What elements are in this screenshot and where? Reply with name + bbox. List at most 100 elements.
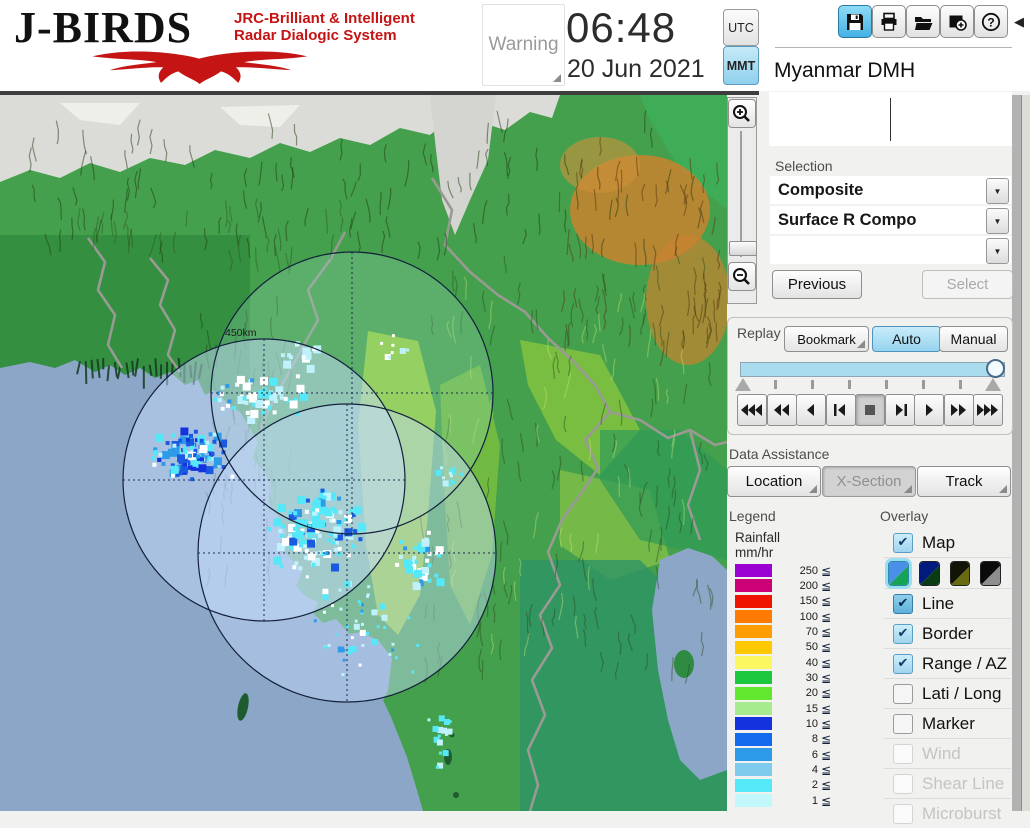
playback-reverse-play-button[interactable] (796, 394, 826, 426)
legend-color-swatch (735, 656, 772, 669)
panel-separator (775, 47, 1012, 48)
legend-color-swatch (735, 702, 772, 715)
previous-button[interactable]: Previous (772, 270, 862, 299)
map-style-swatch-4[interactable] (980, 561, 1001, 586)
dropdown-arrow-icon[interactable]: ▼ (986, 238, 1009, 264)
fast-rewind-icon (740, 400, 764, 420)
overlay-item-border[interactable]: ✔ Border (884, 618, 1011, 648)
bookmark-button[interactable]: Bookmark (784, 326, 869, 352)
legend-row: 70 ≦ (735, 624, 855, 639)
slider-start-marker[interactable] (735, 378, 751, 391)
playback-fast-rewind-button[interactable] (737, 394, 767, 426)
help-button[interactable]: ? (974, 5, 1008, 38)
legend-color-swatch (735, 687, 772, 700)
overlay-item-marker[interactable]: Marker (884, 708, 1011, 738)
map-style-swatch-1[interactable] (888, 561, 909, 586)
location-button[interactable]: Location (727, 466, 821, 497)
radar-map-canvas[interactable]: 450km (0, 95, 727, 811)
playback-stop-button[interactable] (855, 394, 885, 426)
window-edge-strip (1012, 95, 1030, 811)
text-cursor (890, 98, 891, 141)
x-section-button[interactable]: X-Section (822, 466, 916, 497)
checkbox[interactable]: ✔ (893, 654, 913, 674)
overlay-list: ✔ Map✔ Line✔ Border✔ Range / AZ Lati / L… (884, 528, 1011, 828)
dropdown-arrow-icon[interactable]: ▼ (986, 178, 1009, 204)
checkbox[interactable] (893, 684, 913, 704)
legend-row: 1 ≦ (735, 793, 855, 808)
add-image-icon (947, 12, 967, 32)
legend-row: 250 ≦ (735, 563, 855, 578)
track-button[interactable]: Track (917, 466, 1011, 497)
replay-manual-button[interactable]: Manual (939, 326, 1008, 352)
replay-slider-thumb[interactable] (986, 359, 1005, 378)
overlay-item-label: Line (922, 594, 954, 614)
replay-group: Replay Bookmark Auto Manual (727, 317, 1013, 435)
overlay-item-range-az[interactable]: ✔ Range / AZ (884, 648, 1011, 678)
legend-compare-symbol: ≦ (821, 794, 831, 808)
clock-date: 20 Jun 2021 (567, 55, 705, 84)
legend-compare-symbol: ≦ (821, 748, 831, 762)
product-dropdown-1[interactable]: Composite ▼ (770, 176, 1011, 204)
slider-end-marker[interactable] (985, 378, 1001, 391)
save-button[interactable] (838, 5, 872, 38)
product-dropdown-3[interactable]: ▼ (770, 236, 1011, 264)
overlay-item-lati-long[interactable]: Lati / Long (884, 678, 1011, 708)
checkbox[interactable] (893, 714, 913, 734)
legend-row: 40 ≦ (735, 655, 855, 670)
legend-color-swatch (735, 779, 772, 792)
radar-map[interactable]: 450km (0, 95, 727, 811)
panel-collapse-arrow[interactable]: ◀ (1014, 14, 1024, 30)
legend-color-swatch (735, 671, 772, 684)
checkbox[interactable]: ✔ (893, 533, 913, 553)
legend-color-swatch (735, 748, 772, 761)
legend-value: 250 (772, 565, 818, 577)
open-folder-button[interactable] (906, 5, 940, 38)
playback-step-last-button[interactable] (885, 394, 915, 426)
add-image-button[interactable] (940, 5, 974, 38)
slider-tick (811, 380, 814, 389)
zoom-out-button[interactable] (728, 262, 756, 291)
legend-color-swatch (735, 610, 772, 623)
legend-compare-symbol: ≦ (821, 625, 831, 639)
product-dropdown-2[interactable]: Surface R Compo ▼ (770, 206, 1011, 234)
legend-compare-symbol: ≦ (821, 579, 831, 593)
overlay-item-label: Shear Line (922, 774, 1004, 794)
playback-play-button[interactable] (914, 394, 944, 426)
zoom-in-icon (731, 103, 753, 125)
legend-color-swatch (735, 794, 772, 807)
playback-fast-forward-3-button[interactable] (973, 394, 1003, 426)
legend-value: 15 (772, 703, 818, 715)
legend-row: 200 ≦ (735, 578, 855, 593)
legend-color-swatch (735, 625, 772, 638)
timezone-utc-button[interactable]: UTC (723, 9, 759, 46)
map-style-swatch-3[interactable] (950, 561, 971, 586)
print-button[interactable] (872, 5, 906, 38)
checkbox (893, 744, 913, 764)
map-style-swatch-2[interactable] (919, 561, 940, 586)
dropdown-arrow-icon[interactable]: ▼ (986, 208, 1009, 234)
step-first-icon (829, 400, 853, 420)
slider-tick (848, 380, 851, 389)
legend-row: 50 ≦ (735, 640, 855, 655)
step-last-icon (888, 400, 912, 420)
playback-step-first-button[interactable] (826, 394, 856, 426)
overlay-item-label: Microburst (922, 804, 1001, 824)
slider-tick (922, 380, 925, 389)
warning-button[interactable]: Warning (482, 4, 565, 86)
playback-fast-forward-button[interactable] (944, 394, 974, 426)
map-zoom-slider-thumb[interactable] (729, 241, 757, 256)
checkbox[interactable]: ✔ (893, 594, 913, 614)
replay-slider-track[interactable] (740, 362, 1005, 377)
timezone-mmt-button[interactable]: MMT (723, 46, 759, 85)
replay-auto-button[interactable]: Auto (872, 326, 941, 352)
legend-color-swatch (735, 579, 772, 592)
overlay-item-map[interactable]: ✔ Map (884, 528, 1011, 557)
zoom-in-button[interactable] (728, 99, 756, 128)
legend-row: 15 ≦ (735, 701, 855, 716)
legend-row: 8 ≦ (735, 732, 855, 747)
checkbox[interactable]: ✔ (893, 624, 913, 644)
playback-rewind-button[interactable] (767, 394, 797, 426)
overlay-item-label: Map (922, 533, 955, 553)
overlay-item-line[interactable]: ✔ Line (884, 588, 1011, 618)
select-button[interactable]: Select (922, 270, 1013, 299)
